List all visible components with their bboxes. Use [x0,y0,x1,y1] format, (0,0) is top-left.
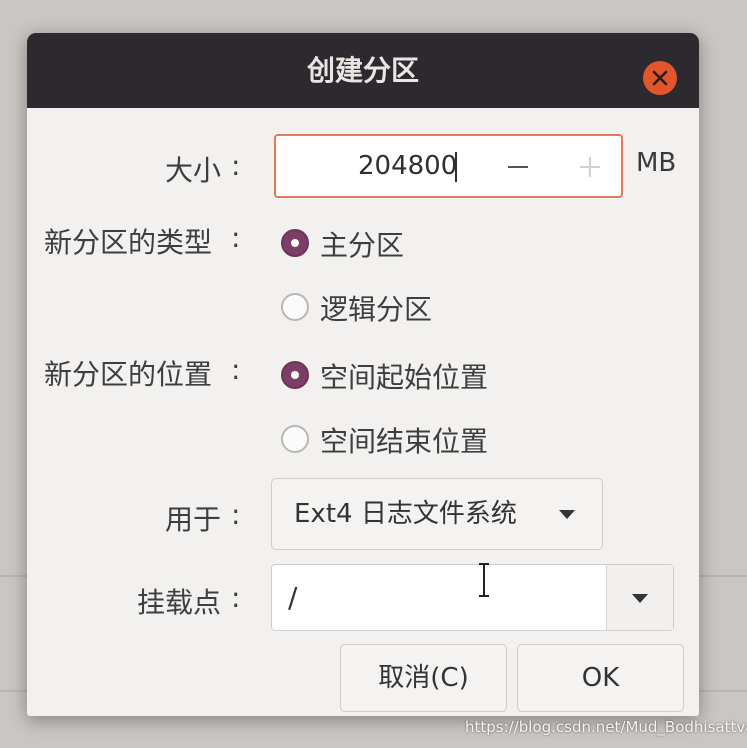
title-bar: 创建分区 [27,33,699,108]
mount-point-input[interactable]: / [288,565,297,630]
increment-button[interactable] [570,146,610,186]
filesystem-value: Ext4 日志文件系统 [294,499,517,529]
use-as-label: 用于 [165,503,222,536]
create-partition-dialog: 创建分区 大小 : 204800 MB 新分区的类型 : 主分区 逻辑分区 新分… [27,33,699,716]
mount-point-combo[interactable]: / [271,564,674,631]
radio-primary[interactable] [281,229,309,257]
chevron-down-icon [559,510,575,519]
use-as-colon: : [231,498,241,531]
size-colon: : [231,149,241,182]
radio-end-label[interactable]: 空间结束位置 [320,420,488,460]
size-unit: MB [636,148,677,178]
mount-point-colon: : [231,581,241,614]
chevron-down-icon [632,594,648,603]
watermark-url: https://blog.csdn.net/Mud_Bodhisattva [465,718,747,736]
size-value[interactable]: 204800 [358,136,457,196]
size-spinbutton[interactable]: 204800 [274,134,623,198]
radio-logical-label[interactable]: 逻辑分区 [320,288,432,328]
radio-beginning-label[interactable]: 空间起始位置 [320,356,488,396]
ok-button[interactable]: OK [517,644,684,712]
close-icon [652,70,668,86]
partition-location-colon: : [231,353,241,386]
text-caret [455,152,457,182]
filesystem-dropdown[interactable]: Ext4 日志文件系统 [271,478,603,550]
radio-primary-label[interactable]: 主分区 [320,224,404,264]
partition-type-colon: : [231,221,241,254]
text-cursor-icon [479,563,489,597]
cancel-button[interactable]: 取消(C) [340,644,507,712]
radio-logical[interactable] [281,293,309,321]
mount-point-dropdown-button[interactable] [607,565,673,630]
radio-end[interactable] [281,425,309,453]
size-label: 大小 [165,154,222,187]
mount-point-label: 挂载点 [137,586,222,619]
dialog-title: 创建分区 [306,54,419,87]
decrement-button[interactable] [498,146,538,186]
radio-beginning[interactable] [281,361,309,389]
partition-location-label: 新分区的位置 [44,358,213,391]
close-button[interactable] [643,61,677,95]
partition-type-label: 新分区的类型 [44,226,213,259]
